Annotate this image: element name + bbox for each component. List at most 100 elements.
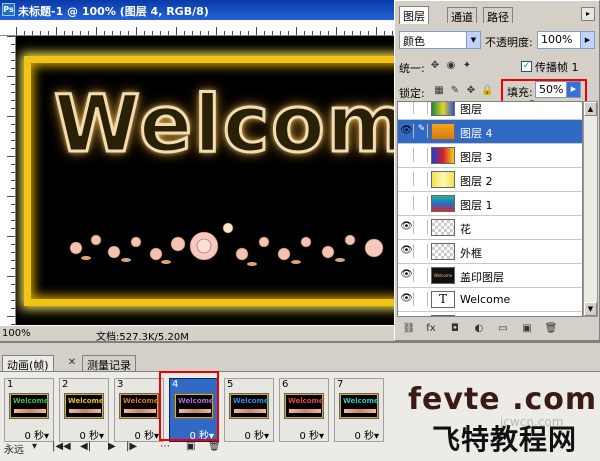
layer-row[interactable]: 👁 外框: [398, 240, 582, 264]
ruler-horizontal[interactable]: [0, 20, 394, 36]
layer-row[interactable]: 图层 2: [398, 168, 582, 192]
document-title: 未标题-1 @ 100% (图层 4, RGB/8): [18, 5, 209, 18]
blend-mode-select[interactable]: 颜色 ▼: [399, 31, 481, 49]
ruler-tick: [32, 31, 33, 35]
visibility-toggle[interactable]: [400, 196, 414, 210]
eye-icon[interactable]: 👁: [400, 244, 414, 258]
layer-link-cell[interactable]: [416, 292, 428, 306]
layers-panel-footer: ⛓ fx ◘ ◐ ▭ ▣ 🗑: [397, 319, 597, 339]
ruler-tick: [11, 244, 15, 245]
opacity-input[interactable]: 100% ▶: [537, 31, 595, 49]
animation-frame[interactable]: 6 Welcome 0 秒▾: [279, 378, 329, 442]
ruler-tick: [11, 188, 15, 189]
lock-transparency-icon[interactable]: ▦: [433, 85, 445, 97]
prev-frame-icon[interactable]: ◀|: [80, 441, 91, 452]
layer-link-cell[interactable]: [416, 172, 428, 186]
tab-paths[interactable]: 路径: [483, 7, 513, 24]
eye-icon[interactable]: 👁: [400, 124, 414, 138]
play-icon[interactable]: ▶: [108, 441, 116, 452]
tab-animation[interactable]: 动画(帧): [2, 355, 54, 372]
next-frame-icon[interactable]: |▶: [126, 441, 137, 452]
ruler-tick: [304, 31, 305, 35]
document-canvas[interactable]: Welcome: [16, 36, 394, 325]
visibility-toggle[interactable]: [400, 172, 414, 186]
delete-frame-icon[interactable]: 🗑: [208, 441, 221, 452]
layer-list-scrollbar[interactable]: ▲ ▼: [583, 101, 598, 317]
layer-row[interactable]: 👁 T Welcome: [398, 288, 582, 312]
layer-row-background[interactable]: 👁背景: [398, 312, 582, 317]
eye-icon[interactable]: 👁: [400, 316, 414, 317]
tab-layers[interactable]: 图层: [399, 6, 429, 24]
ruler-tick: [16, 27, 17, 35]
frame-thumb-text: Welcome: [68, 397, 104, 405]
lock-all-icon[interactable]: 🔒: [481, 85, 493, 97]
layer-mask-icon[interactable]: ◘: [447, 321, 463, 337]
chevron-down-icon[interactable]: ▾: [32, 441, 37, 452]
layer-link-cell[interactable]: [416, 220, 428, 234]
layer-link-cell[interactable]: [416, 244, 428, 258]
ruler-tick: [160, 31, 161, 35]
frame-thumbnail: Welcome: [229, 393, 269, 419]
close-icon[interactable]: ✕: [66, 357, 78, 369]
layer-row[interactable]: 👁 Welcome 盖印图层: [398, 264, 582, 288]
ruler-tick: [11, 84, 15, 85]
layer-link-cell[interactable]: [416, 268, 428, 282]
ruler-tick: [288, 31, 289, 35]
layer-row[interactable]: 图层 1: [398, 192, 582, 216]
layer-row[interactable]: 图层: [398, 102, 582, 120]
propagate-frame-checkbox[interactable]: ✓: [521, 61, 532, 72]
layer-style-icon[interactable]: fx: [423, 321, 439, 337]
eye-icon[interactable]: 👁: [400, 220, 414, 234]
animation-frame[interactable]: 3 Welcome 0 秒▾: [114, 378, 164, 442]
layer-row[interactable]: 👁 ✎ 图层 4: [398, 120, 582, 144]
layer-link-cell[interactable]: ✎: [416, 124, 428, 138]
visibility-toggle[interactable]: [400, 148, 414, 162]
document-titlebar[interactable]: Ps 未标题-1 @ 100% (图层 4, RGB/8): [0, 0, 394, 20]
layer-thumbnail: [431, 315, 455, 316]
layer-row[interactable]: 图层 3: [398, 144, 582, 168]
new-group-icon[interactable]: ▭: [495, 321, 511, 337]
ruler-tick: [352, 31, 353, 35]
ruler-tick: [320, 31, 321, 35]
adjustment-layer-icon[interactable]: ◐: [471, 321, 487, 337]
layer-link-cell[interactable]: [416, 148, 428, 162]
tab-measurement-log[interactable]: 测量记录: [82, 355, 136, 372]
first-frame-icon[interactable]: |◀◀: [52, 441, 71, 452]
frame-thumb-text: Welcome: [343, 397, 379, 405]
ruler-tick: [184, 31, 185, 35]
lock-pixels-icon[interactable]: ✎: [449, 85, 461, 97]
tween-icon[interactable]: ⋯: [160, 441, 170, 452]
unify-style-icon[interactable]: ✦: [461, 60, 473, 72]
ruler-tick: [11, 292, 15, 293]
zoom-level[interactable]: 100%: [2, 328, 31, 339]
delete-layer-icon[interactable]: 🗑: [543, 321, 559, 337]
visibility-toggle[interactable]: [400, 102, 414, 114]
ruler-tick: [11, 300, 15, 301]
tab-channels[interactable]: 通道: [447, 7, 477, 24]
fill-input[interactable]: 50% ▶: [535, 81, 581, 98]
layer-link-cell[interactable]: [416, 102, 428, 114]
unify-position-icon[interactable]: ✥: [429, 60, 441, 72]
new-layer-icon[interactable]: ▣: [519, 321, 535, 337]
ruler-tick: [344, 31, 345, 35]
scroll-down-icon[interactable]: ▼: [584, 302, 597, 316]
animation-frame[interactable]: 7 Welcome 0 秒▾: [334, 378, 384, 442]
panel-menu-icon[interactable]: ▸: [581, 7, 595, 21]
unify-visibility-icon[interactable]: ◉: [445, 60, 457, 72]
layer-link-cell[interactable]: [416, 316, 428, 317]
layer-link-cell[interactable]: [416, 196, 428, 210]
lock-position-icon[interactable]: ✥: [465, 85, 477, 97]
ruler-tick: [200, 31, 201, 35]
duplicate-frame-icon[interactable]: ▣: [186, 441, 195, 452]
link-layers-icon[interactable]: ⛓: [401, 321, 417, 337]
scroll-up-icon[interactable]: ▲: [584, 102, 597, 116]
eye-icon[interactable]: 👁: [400, 292, 414, 306]
layer-row[interactable]: 👁 花: [398, 216, 582, 240]
layers-panel: 图层 通道 路径 ▸ 颜色 ▼ 不透明度: 100% ▶ 统一: ✥ ◉ ✦ ✓…: [394, 0, 600, 341]
animation-frame[interactable]: 1 Welcome 0 秒▾: [4, 378, 54, 442]
animation-frame[interactable]: 5 Welcome 0 秒▾: [224, 378, 274, 442]
eye-icon[interactable]: 👁: [400, 268, 414, 282]
ruler-vertical[interactable]: [0, 36, 16, 325]
animation-frame[interactable]: 2 Welcome 0 秒▾: [59, 378, 109, 442]
loop-select[interactable]: 永远: [4, 441, 24, 456]
